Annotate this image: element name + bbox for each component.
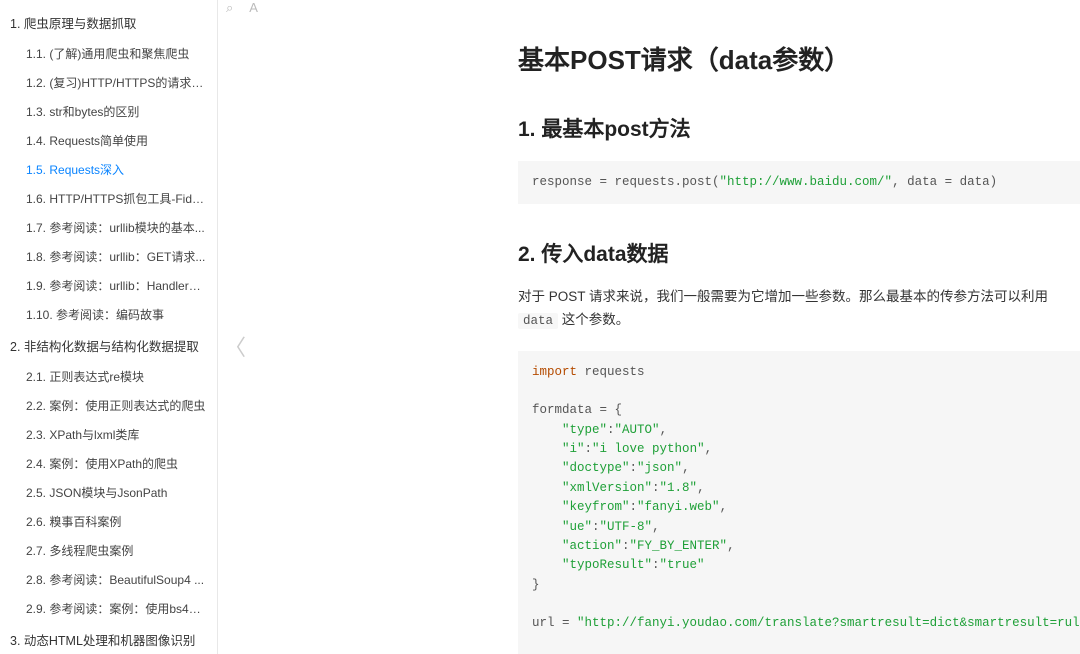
toc-item[interactable]: 1.1. (了解)通用爬虫和聚焦爬虫 bbox=[0, 39, 217, 68]
toc-item[interactable]: 2.2. 案例：使用正则表达式的爬虫 bbox=[0, 391, 217, 420]
page-title: 基本POST请求（data参数） bbox=[518, 40, 1080, 77]
section-heading-2: 2. 传入data数据 bbox=[518, 238, 1080, 268]
toc-item[interactable]: 2.4. 案例：使用XPath的爬虫 bbox=[0, 449, 217, 478]
font-size-icon[interactable]: A bbox=[249, 0, 258, 16]
inline-code-data: data bbox=[518, 313, 558, 329]
toc-item[interactable]: 1.4. Requests简单使用 bbox=[0, 126, 217, 155]
toc-item[interactable]: 1.2. (复习)HTTP/HTTPS的请求与... bbox=[0, 68, 217, 97]
prev-page-arrow[interactable]: 〈 bbox=[224, 330, 246, 362]
toc-item[interactable]: 2.9. 参考阅读：案例：使用bs4的... bbox=[0, 594, 217, 623]
code-block-1: response = requests.post("http://www.bai… bbox=[518, 161, 1080, 204]
section-heading-1: 1. 最基本post方法 bbox=[518, 113, 1080, 143]
toc-item[interactable]: 2.5. JSON模块与JsonPath bbox=[0, 478, 217, 507]
toc-item[interactable]: 2.8. 参考阅读：BeautifulSoup4 ... bbox=[0, 565, 217, 594]
toc-section[interactable]: 2. 非结构化数据与结构化数据提取 bbox=[0, 329, 217, 362]
gutter: ⌕ A 〈 bbox=[218, 0, 258, 654]
toc-item[interactable]: 2.6. 糗事百科案例 bbox=[0, 507, 217, 536]
toc-item[interactable]: 1.8. 参考阅读：urllib：GET请求... bbox=[0, 242, 217, 271]
paragraph-1: 对于 POST 请求来说，我们一般需要为它增加一些参数。那么最基本的传参方法可以… bbox=[518, 286, 1078, 332]
toc-item[interactable]: 2.7. 多线程爬虫案例 bbox=[0, 536, 217, 565]
article-content: 基本POST请求（data参数） 1. 最基本post方法 response =… bbox=[258, 0, 1080, 654]
toc-item[interactable]: 1.9. 参考阅读：urllib：Handler处... bbox=[0, 271, 217, 300]
toc-item[interactable]: 1.6. HTTP/HTTPS抓包工具-Fiddler bbox=[0, 184, 217, 213]
toc-item[interactable]: 2.1. 正则表达式re模块 bbox=[0, 362, 217, 391]
toc-item[interactable]: 1.7. 参考阅读：urllib模块的基本... bbox=[0, 213, 217, 242]
search-icon[interactable]: ⌕ bbox=[226, 0, 233, 16]
toc-section[interactable]: 3. 动态HTML处理和机器图像识别 bbox=[0, 623, 217, 654]
toc-item[interactable]: 1.5. Requests深入 bbox=[0, 155, 217, 184]
toc-item[interactable]: 1.3. str和bytes的区别 bbox=[0, 97, 217, 126]
code-block-2: import requests formdata = { "type":"AUT… bbox=[518, 351, 1080, 654]
toc-item[interactable]: 1.10. 参考阅读：编码故事 bbox=[0, 300, 217, 329]
sidebar-toc[interactable]: 1. 爬虫原理与数据抓取1.1. (了解)通用爬虫和聚焦爬虫1.2. (复习)H… bbox=[0, 0, 218, 654]
toc-section[interactable]: 1. 爬虫原理与数据抓取 bbox=[0, 6, 217, 39]
toc-item[interactable]: 2.3. XPath与lxml类库 bbox=[0, 420, 217, 449]
